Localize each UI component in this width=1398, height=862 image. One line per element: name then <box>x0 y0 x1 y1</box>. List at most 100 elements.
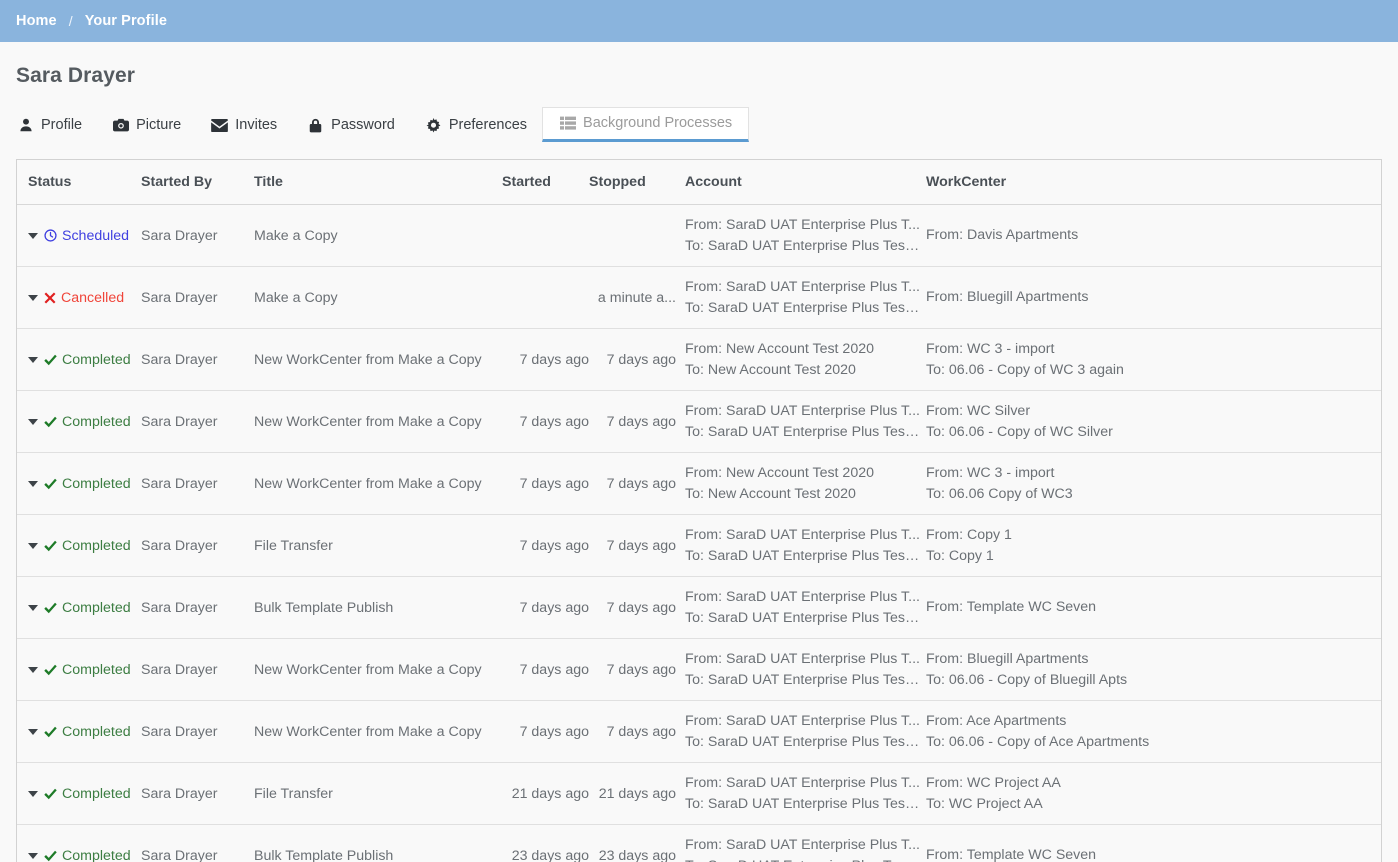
camera-icon <box>112 117 129 133</box>
cell-started: 7 days ago <box>502 700 589 763</box>
status-badge: Completed <box>62 661 131 678</box>
cell-title: Make a Copy <box>254 266 502 329</box>
status-badge: Completed <box>62 413 131 430</box>
cell-workcenter: From: WC 3 - import To: 06.06 - Copy of W… <box>922 328 1381 391</box>
row-expand-caret-icon[interactable] <box>28 666 38 673</box>
status-badge: Completed <box>62 351 131 368</box>
cell-account-from: From: SaraD UAT Enterprise Plus T... <box>685 650 920 667</box>
row-expand-caret-icon[interactable] <box>28 232 38 239</box>
cell-started: 7 days ago <box>502 576 589 639</box>
cell-workcenter: From: WC Project AA To: WC Project AA <box>922 762 1381 825</box>
cell-title: Bulk Template Publish <box>254 824 502 862</box>
cell-started-text: 23 days ago <box>511 847 589 862</box>
cell-started-by-text: Sara Drayer <box>141 785 218 802</box>
breadcrumb-home-link[interactable]: Home <box>16 13 57 29</box>
row-expand-caret-icon[interactable] <box>28 294 38 301</box>
cell-workcenter: From: Bluegill Apartments <box>922 266 1381 329</box>
table-row[interactable]: Completed Sara Drayer Bulk Template Publis… <box>17 824 1381 862</box>
tab-invites[interactable]: Invites <box>196 109 292 142</box>
row-expand-caret-icon[interactable] <box>28 418 38 425</box>
column-header-account[interactable]: Account <box>676 160 922 205</box>
column-header-title[interactable]: Title <box>254 160 502 205</box>
table-row[interactable]: Completed Sara Drayer New WorkCenter from … <box>17 390 1381 453</box>
table-row[interactable]: Completed Sara Drayer New WorkCenter from … <box>17 328 1381 391</box>
cell-title-text: File Transfer <box>254 537 333 554</box>
row-expand-caret-icon[interactable] <box>28 356 38 363</box>
cell-stopped: 7 days ago <box>589 390 676 453</box>
cell-started: 7 days ago <box>502 328 589 391</box>
table-row[interactable]: Completed Sara Drayer Bulk Template Publis… <box>17 576 1381 639</box>
table-row[interactable]: Completed Sara Drayer New WorkCenter from … <box>17 638 1381 701</box>
table-row[interactable]: Scheduled Sara Drayer Make a Copy From: Sar… <box>17 204 1381 267</box>
cell-status: Completed <box>17 452 141 515</box>
row-expand-caret-icon[interactable] <box>28 480 38 487</box>
cell-workcenter-from: From: Template WC Seven <box>926 598 1097 615</box>
table-row[interactable]: Completed Sara Drayer File Transfer 21 days… <box>17 762 1381 825</box>
cell-account: From: SaraD UAT Enterprise Plus T... To: … <box>676 576 922 639</box>
cell-title: New WorkCenter from Make a Copy <box>254 390 502 453</box>
cell-account-to: To: SaraD UAT Enterprise Plus Test ... <box>685 671 922 688</box>
table-row[interactable]: Cancelled Sara Drayer Make a Copy a minute … <box>17 266 1381 329</box>
cell-started-by: Sara Drayer <box>141 514 254 577</box>
breadcrumb: Home / Your Profile <box>0 0 1398 42</box>
row-expand-caret-icon[interactable] <box>28 604 38 611</box>
cell-account: From: SaraD UAT Enterprise Plus T... To: … <box>676 390 922 453</box>
cell-workcenter: From: Bluegill Apartments To: 06.06 - Cop… <box>922 638 1381 701</box>
row-expand-caret-icon[interactable] <box>28 790 38 797</box>
cell-started-by-text: Sara Drayer <box>141 723 218 740</box>
cell-started-by: Sara Drayer <box>141 328 254 391</box>
cell-started-by: Sara Drayer <box>141 576 254 639</box>
tab-preferences[interactable]: Preferences <box>410 109 542 142</box>
column-header-stopped[interactable]: Stopped <box>589 160 676 205</box>
profile-tabs: Profile Picture Invites Password Prefere… <box>0 107 1398 142</box>
column-header-status[interactable]: Status <box>17 160 141 205</box>
cell-account: From: SaraD UAT Enterprise Plus T... To: … <box>676 514 922 577</box>
cell-stopped: 7 days ago <box>589 328 676 391</box>
cell-title: File Transfer <box>254 514 502 577</box>
cell-stopped: 7 days ago <box>589 452 676 515</box>
tab-profile[interactable]: Profile <box>16 109 97 142</box>
cell-started-by: Sara Drayer <box>141 700 254 763</box>
tab-label: Profile <box>41 117 83 133</box>
column-header-workcenter[interactable]: WorkCenter <box>922 160 1381 205</box>
cell-workcenter-from: From: WC Silver <box>926 402 1031 419</box>
cell-status: Completed <box>17 576 141 639</box>
cell-started-by-text: Sara Drayer <box>141 599 218 616</box>
status-badge: Cancelled <box>61 289 125 306</box>
cell-started-by-text: Sara Drayer <box>141 227 218 244</box>
cell-account-from: From: SaraD UAT Enterprise Plus T... <box>685 588 920 605</box>
cell-workcenter-from: From: Bluegill Apartments <box>926 650 1089 667</box>
cell-title: Bulk Template Publish <box>254 576 502 639</box>
cell-stopped <box>589 204 676 267</box>
cell-account-from: From: SaraD UAT Enterprise Plus T... <box>685 402 920 419</box>
table-row[interactable]: Completed Sara Drayer File Transfer 7 days … <box>17 514 1381 577</box>
cell-stopped-text: 21 days ago <box>598 785 676 802</box>
column-header-started-by[interactable]: Started By <box>141 160 254 205</box>
cell-workcenter: From: Copy 1 To: Copy 1 <box>922 514 1381 577</box>
tab-background-processes[interactable]: Background Processes <box>542 107 750 142</box>
check-icon <box>44 354 57 366</box>
cell-workcenter-from: From: Template WC Seven <box>926 846 1097 862</box>
table-row[interactable]: Completed Sara Drayer New WorkCenter from … <box>17 700 1381 763</box>
tab-password[interactable]: Password <box>292 109 410 142</box>
cell-started: 7 days ago <box>502 638 589 701</box>
cell-account-to: To: SaraD UAT Enterprise Plus Test ... <box>685 299 922 316</box>
cell-title-text: Make a Copy <box>254 289 338 306</box>
row-expand-caret-icon[interactable] <box>28 728 38 735</box>
cell-workcenter-from: From: WC Project AA <box>926 774 1061 791</box>
table-row[interactable]: Completed Sara Drayer New WorkCenter from … <box>17 452 1381 515</box>
row-expand-caret-icon[interactable] <box>28 542 38 549</box>
column-header-started[interactable]: Started <box>502 160 589 205</box>
cell-workcenter-to: To: 06.06 - Copy of Bluegill Apts <box>926 671 1128 688</box>
cell-started-by-text: Sara Drayer <box>141 413 218 430</box>
cell-workcenter-from: From: WC 3 - import <box>926 340 1055 357</box>
tab-picture[interactable]: Picture <box>97 109 196 142</box>
cell-account-from: From: SaraD UAT Enterprise Plus T... <box>685 278 920 295</box>
cell-account: From: SaraD UAT Enterprise Plus T... To: … <box>676 638 922 701</box>
row-expand-caret-icon[interactable] <box>28 852 38 859</box>
cell-workcenter-from: From: WC 3 - import <box>926 464 1055 481</box>
check-icon <box>44 478 57 490</box>
cell-account-from: From: New Account Test 2020 <box>685 340 874 357</box>
breadcrumb-current: Your Profile <box>84 13 167 29</box>
cell-workcenter-from: From: Ace Apartments <box>926 712 1067 729</box>
